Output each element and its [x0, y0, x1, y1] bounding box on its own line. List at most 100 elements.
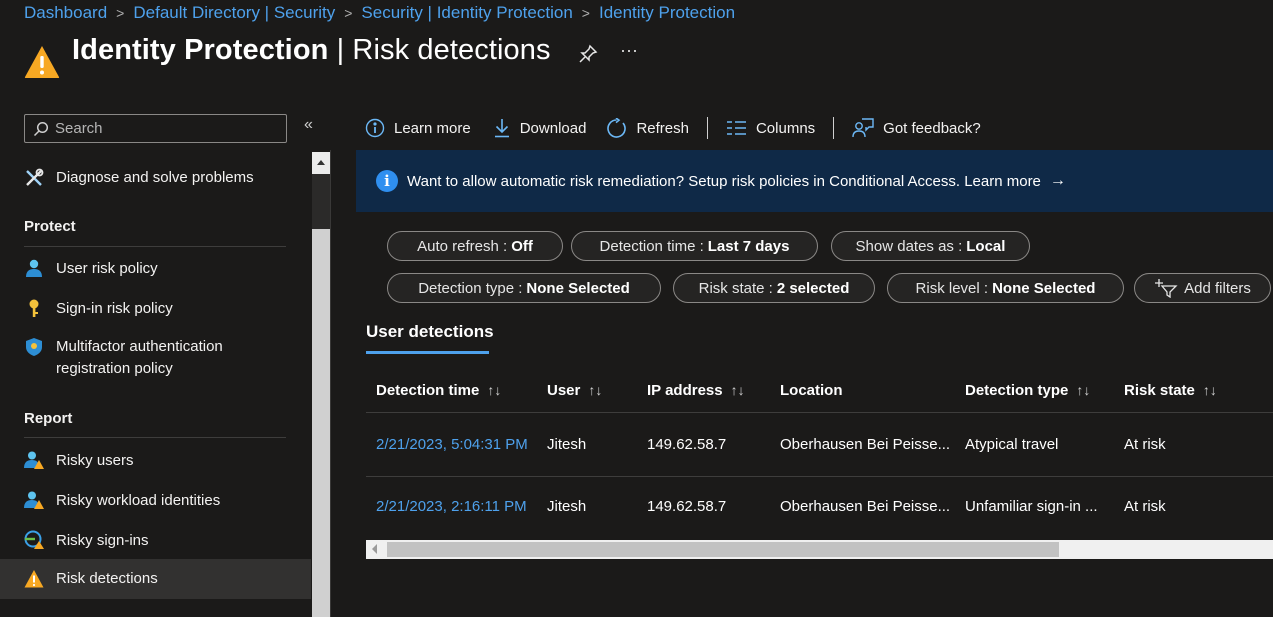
- sidebar-item-user-risk-policy[interactable]: User risk policy: [0, 257, 311, 281]
- table-row[interactable]: 2/21/2023, 2:16:11 PM Jitesh 149.62.58.7…: [366, 498, 1273, 522]
- collapse-sidebar-icon[interactable]: «: [304, 116, 313, 134]
- column-header-user[interactable]: User ↑↓: [547, 382, 602, 399]
- sort-icon[interactable]: ↑↓: [1203, 382, 1217, 398]
- download-button[interactable]: Download: [493, 118, 586, 138]
- sidebar-item-label: Risky workload identities: [56, 492, 221, 509]
- tab-user-detections[interactable]: User detections: [366, 322, 494, 342]
- learn-more-button[interactable]: Learn more: [365, 118, 471, 138]
- scroll-left-arrow[interactable]: [372, 544, 377, 554]
- sidebar-item-risky-users[interactable]: Risky users: [0, 449, 311, 473]
- sort-icon[interactable]: ↑↓: [1076, 382, 1090, 398]
- column-header-location[interactable]: Location: [780, 382, 843, 399]
- add-filter-icon: [1155, 279, 1178, 298]
- chevron-right-icon: >: [581, 5, 590, 21]
- sidebar-section-protect: Protect: [24, 218, 76, 235]
- sidebar-item-label: Diagnose and solve problems: [56, 169, 254, 186]
- sidebar-item-risky-sign-ins[interactable]: Risky sign-ins: [0, 529, 311, 553]
- cell-detection-type: Unfamiliar sign-in ...: [965, 498, 1098, 515]
- breadcrumb: Dashboard > Default Directory | Security…: [24, 2, 735, 24]
- add-filters-button[interactable]: Add filters: [1134, 273, 1271, 303]
- chevron-right-icon: >: [344, 5, 353, 21]
- risky-sign-ins-icon: [24, 530, 44, 549]
- sidebar-item-diagnose[interactable]: Diagnose and solve problems: [0, 166, 311, 190]
- toolbar-separator: [833, 117, 835, 139]
- download-icon: [494, 119, 509, 138]
- sidebar-scroll-thumb[interactable]: [312, 229, 330, 617]
- search-icon: [33, 121, 49, 136]
- columns-icon: [726, 121, 746, 135]
- warning-icon: [24, 46, 60, 78]
- detection-time-link[interactable]: 2/21/2023, 2:16:11 PM: [376, 498, 544, 515]
- filter-detection-type[interactable]: Detection type : None Selected: [387, 273, 661, 303]
- sort-icon[interactable]: ↑↓: [588, 382, 602, 398]
- shield-icon: [26, 338, 42, 356]
- page-title: Identity Protection | Risk detections: [72, 34, 551, 66]
- cell-risk-state: At risk: [1124, 436, 1166, 453]
- cell-ip-address: 149.62.58.7: [647, 498, 727, 515]
- risky-workload-icon: [24, 491, 44, 509]
- sort-icon[interactable]: ↑↓: [487, 382, 501, 398]
- wrench-icon: [26, 168, 44, 186]
- cell-user: Jitesh: [547, 498, 587, 515]
- sidebar-divider: [24, 437, 286, 438]
- column-header-risk-state[interactable]: Risk state ↑↓: [1124, 382, 1217, 399]
- horizontal-scroll-thumb[interactable]: [387, 542, 1059, 557]
- chevron-right-icon: >: [116, 5, 125, 21]
- feedback-button[interactable]: Got feedback?: [852, 117, 981, 139]
- filter-detection-time[interactable]: Detection time : Last 7 days: [571, 231, 818, 261]
- sidebar-search[interactable]: [24, 114, 287, 143]
- banner-text[interactable]: Want to allow automatic risk remediation…: [407, 173, 1041, 190]
- breadcrumb-security[interactable]: Security | Identity Protection: [361, 3, 572, 23]
- table-row[interactable]: 2/21/2023, 5:04:31 PM Jitesh 149.62.58.7…: [366, 436, 1273, 460]
- breadcrumb-default-directory[interactable]: Default Directory | Security: [133, 3, 335, 23]
- cell-location: Oberhausen Bei Peisse...: [780, 436, 951, 453]
- info-banner: i Want to allow automatic risk remediati…: [356, 150, 1273, 212]
- sidebar-item-label: Risky users: [56, 452, 134, 469]
- breadcrumb-dashboard[interactable]: Dashboard: [24, 3, 107, 23]
- info-icon: i: [376, 170, 398, 192]
- sidebar-item-label: User risk policy: [56, 260, 158, 277]
- cell-user: Jitesh: [547, 436, 587, 453]
- scroll-up-arrow[interactable]: [312, 152, 330, 174]
- column-header-detection-type[interactable]: Detection type ↑↓: [965, 382, 1090, 399]
- sidebar-item-mfa-registration-policy[interactable]: Multifactor authentication registration …: [0, 336, 311, 380]
- user-icon: [26, 259, 42, 277]
- sidebar-item-label: Sign-in risk policy: [56, 300, 173, 317]
- columns-button[interactable]: Columns: [726, 120, 815, 137]
- search-input[interactable]: [55, 120, 275, 137]
- sidebar-item-sign-in-risk-policy[interactable]: Sign-in risk policy: [0, 297, 311, 321]
- key-icon: [29, 299, 39, 317]
- tab-active-indicator: [366, 351, 489, 354]
- pin-icon[interactable]: [578, 44, 598, 64]
- filter-risk-level[interactable]: Risk level : None Selected: [887, 273, 1124, 303]
- risky-users-icon: [24, 451, 44, 469]
- breadcrumb-identity-protection[interactable]: Identity Protection: [599, 3, 735, 23]
- sidebar-item-risky-workload-identities[interactable]: Risky workload identities: [0, 489, 311, 513]
- cell-risk-state: At risk: [1124, 498, 1166, 515]
- feedback-icon: [852, 118, 874, 138]
- table-divider: [366, 412, 1273, 413]
- cell-location: Oberhausen Bei Peisse...: [780, 498, 951, 515]
- info-icon: [365, 118, 385, 138]
- column-header-detection-time[interactable]: Detection time ↑↓: [376, 382, 501, 399]
- cell-detection-type: Atypical travel: [965, 436, 1059, 453]
- refresh-button[interactable]: Refresh: [606, 117, 689, 139]
- sidebar-divider: [24, 246, 286, 247]
- sidebar-border: [330, 150, 331, 617]
- detection-time-link[interactable]: 2/21/2023, 5:04:31 PM: [376, 436, 544, 453]
- column-header-ip-address[interactable]: IP address ↑↓: [647, 382, 745, 399]
- filter-risk-state[interactable]: Risk state :2 selected: [673, 273, 875, 303]
- sidebar-item-risk-detections[interactable]: Risk detections: [0, 559, 311, 599]
- arrow-right-icon[interactable]: →: [1050, 172, 1066, 190]
- sidebar-item-label: Risky sign-ins: [56, 532, 149, 549]
- filter-auto-refresh[interactable]: Auto refresh : Off: [387, 231, 563, 261]
- warning-icon: [24, 570, 44, 588]
- filter-show-dates[interactable]: Show dates as : Local: [831, 231, 1030, 261]
- command-bar: Learn more Download Refresh Columns Got …: [365, 112, 981, 144]
- sort-icon[interactable]: ↑↓: [731, 382, 745, 398]
- cell-ip-address: 149.62.58.7: [647, 436, 727, 453]
- sidebar-item-label: Risk detections: [56, 570, 158, 587]
- more-options-icon[interactable]: ···: [620, 40, 638, 61]
- sidebar-section-report: Report: [24, 410, 73, 427]
- sidebar-item-label: Multifactor authentication registration …: [56, 338, 223, 377]
